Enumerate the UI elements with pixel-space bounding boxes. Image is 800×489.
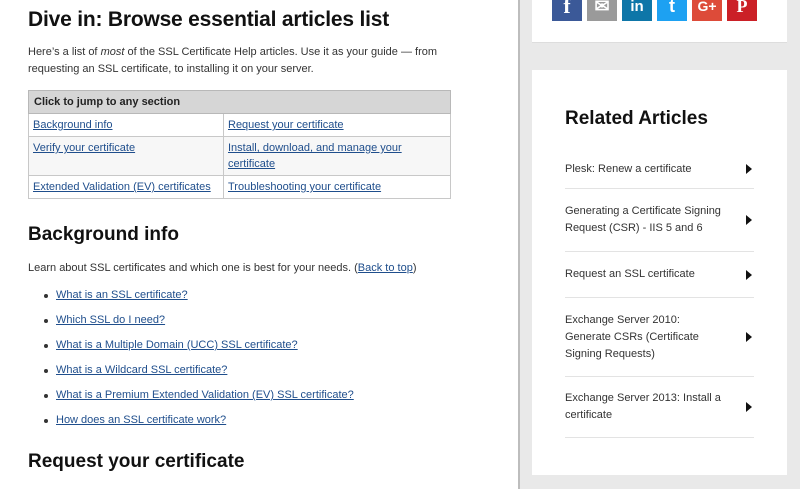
twitter-icon[interactable]: t — [657, 0, 687, 21]
jump-link-request[interactable]: Request your certificate — [223, 113, 451, 137]
related-item-request-ssl[interactable]: Request an SSL certificate — [565, 252, 754, 298]
jump-link-install[interactable]: Install, download, and manage your certi… — [223, 136, 451, 176]
arrow-right-icon — [746, 402, 752, 412]
list-item[interactable]: What is a Multiple Domain (UCC) SSL cert… — [44, 333, 354, 358]
related-item-csr-iis[interactable]: Generating a Certificate Signing Request… — [565, 189, 754, 252]
arrow-right-icon — [746, 215, 752, 225]
linkedin-icon[interactable]: in — [622, 0, 652, 21]
related-item-plesk[interactable]: Plesk: Renew a certificate — [565, 150, 754, 189]
main-content: Dive in: Browse essential articles list … — [0, 0, 518, 489]
list-item[interactable]: Which SSL do I need? — [44, 308, 354, 333]
list-item[interactable]: What is a Wildcard SSL certificate? — [44, 358, 354, 383]
related-item-exchange-2013[interactable]: Exchange Server 2013: Install a certific… — [565, 377, 754, 438]
back-to-top-link[interactable]: Back to top — [358, 262, 413, 274]
background-heading: Background info — [28, 224, 179, 245]
jump-link-troubleshooting[interactable]: Troubleshooting your certificate — [223, 175, 451, 199]
list-item[interactable]: What is an SSL certificate? — [44, 283, 354, 308]
related-item-exchange-2010[interactable]: Exchange Server 2010: Generate CSRs (Cer… — [565, 298, 754, 377]
background-text: Learn about SSL certificates and which o… — [28, 262, 417, 274]
list-item[interactable]: How does an SSL certificate work? — [44, 408, 354, 433]
arrow-right-icon — [746, 332, 752, 342]
pinterest-icon[interactable]: P — [727, 0, 757, 21]
list-item[interactable]: What is a Premium Extended Validation (E… — [44, 383, 354, 408]
arrow-right-icon — [746, 269, 752, 280]
jump-table: Click to jump to any section Background … — [28, 90, 451, 199]
share-box: f ✉ in t G+ P — [532, 0, 787, 43]
jump-table-header: Click to jump to any section — [28, 90, 451, 114]
email-icon[interactable]: ✉ — [587, 0, 617, 21]
jump-link-ev[interactable]: Extended Validation (EV) certificates — [28, 175, 224, 199]
background-links-list: What is an SSL certificate? Which SSL do… — [28, 283, 354, 433]
googleplus-icon[interactable]: G+ — [692, 0, 722, 21]
jump-link-verify[interactable]: Verify your certificate — [28, 136, 224, 176]
request-heading: Request your certificate — [28, 451, 245, 472]
jump-link-background[interactable]: Background info — [28, 113, 224, 137]
facebook-icon[interactable]: f — [552, 0, 582, 21]
page-title: Dive in: Browse essential articles list — [28, 8, 390, 31]
related-articles-panel: Related Articles Plesk: Renew a certific… — [532, 70, 787, 475]
arrow-right-icon — [746, 164, 752, 174]
related-articles-heading: Related Articles — [565, 108, 708, 129]
intro-text: Here’s a list of most of the SSL Certifi… — [28, 46, 438, 75]
